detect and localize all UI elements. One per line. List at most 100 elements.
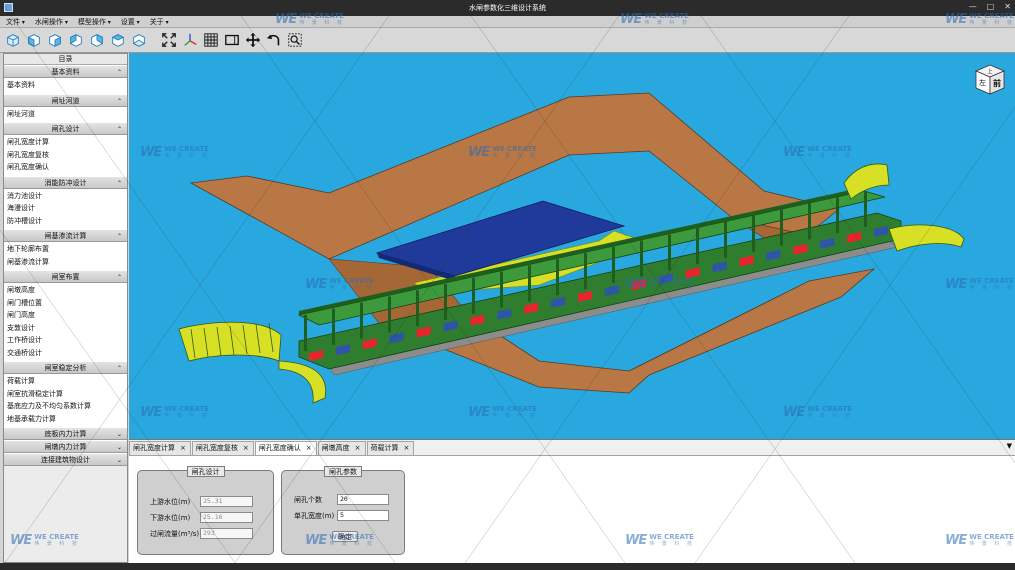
nav-item-pier-height[interactable]: 闸墩高度 [4,284,127,297]
window-frame-icon [225,34,239,46]
nav-item-sliding-stability[interactable]: 闸室抗滑稳定计算 [4,388,127,401]
nav-item-stilling-basin[interactable]: 消力池设计 [4,190,127,203]
axis-icon [184,33,197,46]
nav-item-support-design[interactable]: 支敦设计 [4,322,127,335]
section-chamber-layout[interactable]: 闸室布置 ⌃ [4,270,127,283]
upstream-wing-curve [278,360,327,404]
rotate-icon [266,34,280,46]
nav-item-load-calc[interactable]: 荷载计算 [4,375,127,388]
3d-viewport[interactable]: 上 左 前 [129,53,1015,439]
nav-item-apron[interactable]: 海漫设计 [4,202,127,215]
pier-column [584,253,587,289]
chevron-up-icon: ⌃ [116,69,122,76]
section-floor-force[interactable]: 底板内力计算 ⌄ [4,427,127,440]
tab-opening-width-calc[interactable]: 闸孔宽度计算 × [129,441,191,455]
catalog-title: 目录 [4,54,127,65]
discharge-field[interactable]: 293 [200,528,253,539]
view-iso-button[interactable] [4,31,22,49]
chevron-up-icon: ⌃ [116,365,122,372]
minimize-button[interactable]: — [969,2,977,11]
pier-column [752,215,755,252]
tab-load-calc[interactable]: 荷载计算 × [366,441,415,455]
tab-pier-height[interactable]: 闸墩高度 × [317,441,366,455]
menu-bar: 文件 水闸操作 模型操作 设置 关于 [0,16,1015,28]
menu-about[interactable]: 关于 [150,17,169,27]
nav-item-bearing-capacity[interactable]: 地基承载力计算 [4,413,127,426]
rotate-button[interactable] [265,31,283,49]
pier-column [668,234,671,271]
nav-item-traffic-bridge[interactable]: 交通桥设计 [4,347,127,360]
section-opening-design[interactable]: 闸孔设计 ⌃ [4,122,127,135]
pier-column [836,197,839,234]
tab-opening-width-check[interactable]: 闸孔宽度复核 × [191,441,254,455]
section-site-river[interactable]: 闸址河道 ⌃ [4,93,127,107]
tab-list-dropdown-icon[interactable]: ▼ [1007,442,1012,450]
menu-settings[interactable]: 设置 [121,17,140,27]
pier-column [780,209,783,246]
view-right-button[interactable] [88,31,106,49]
close-tab-icon[interactable]: × [180,444,186,452]
menu-model-ops[interactable]: 模型操作 [78,17,111,27]
downstream-level-field[interactable]: 25.16 [200,512,253,523]
view-back-icon [49,34,61,47]
pier-column [640,240,643,277]
axis-button[interactable] [181,31,199,49]
nav-item-seepage-calc[interactable]: 闸基渗流计算 [4,256,127,269]
upstream-level-label: 上游水位(m) [150,498,191,506]
nav-item-scour-trench[interactable]: 防冲槽设计 [4,215,127,228]
close-tab-icon[interactable]: × [355,444,361,452]
fit-all-button[interactable] [160,31,178,49]
section-stability[interactable]: 闸室稳定分析 ⌃ [4,361,127,374]
view-cube[interactable]: 上 左 前 [973,62,1007,96]
close-tab-icon[interactable]: × [404,444,410,452]
section-label: 底板内力计算 [44,430,87,438]
nav-item-site-river[interactable]: 闸址河道 [4,108,127,121]
maximize-button[interactable]: □ [987,2,995,11]
close-tab-icon[interactable]: × [243,444,249,452]
nav-item-work-bridge[interactable]: 工作桥设计 [4,334,127,347]
fit-all-icon [162,33,176,47]
close-button[interactable]: ✕ [1004,2,1011,11]
application-window: 水闸参数化三维设计系统 — □ ✕ 文件 水闸操作 模型操作 设置 关于 [0,0,1015,570]
catalog-panel: 目录 基本资料 ⌃ 基本资料 闸址河道 ⌃ 闸址河道 闸孔设计 ⌃ 闸孔宽度计算 闸孔… [3,53,128,563]
nav-item-opening-width-calc[interactable]: 闸孔宽度计算 [4,136,127,149]
section-seepage[interactable]: 闸基渗流计算 ⌃ [4,229,127,242]
nav-item-opening-width-check[interactable]: 闸孔宽度复核 [4,149,127,162]
section-label: 消能防冲设计 [44,178,87,187]
section-pier-force[interactable]: 闸墩内力计算 ⌄ [4,440,127,453]
nav-item-underground-contour[interactable]: 地下轮廓布置 [4,243,127,256]
window-frame-button[interactable] [223,31,241,49]
grid-button[interactable] [202,31,220,49]
nav-item-gate-slot[interactable]: 闸门槽位置 [4,297,127,310]
pan-button[interactable] [244,31,262,49]
menu-file[interactable]: 文件 [6,17,25,27]
pier-column [332,308,335,345]
chevron-up-icon: ⌃ [116,126,122,133]
section-items: 基本资料 [4,78,127,94]
confirm-button[interactable]: 确定 [332,531,358,542]
zoom-window-button[interactable] [286,31,304,49]
tab-label: 闸墩高度 [321,444,350,452]
upstream-level-field[interactable]: 25.31 [200,496,253,507]
nav-item-basic-data[interactable]: 基本资料 [4,79,127,92]
nav-item-base-stress[interactable]: 基底应力及不均匀系数计算 [4,400,127,413]
view-front-button[interactable] [25,31,43,49]
view-back-button[interactable] [46,31,64,49]
menu-sluice-ops[interactable]: 水闸操作 [35,17,68,27]
section-items: 消力池设计 海漫设计 防冲槽设计 [4,188,127,229]
tab-opening-width-confirm[interactable]: 闸孔宽度确认 × [254,441,317,455]
single-width-field[interactable]: 5 [337,510,389,521]
close-tab-icon[interactable]: × [306,444,312,452]
view-top-button[interactable] [109,31,127,49]
view-left-button[interactable] [67,31,85,49]
opening-count-field[interactable]: 20 [337,494,389,505]
nav-item-opening-width-confirm[interactable]: 闸孔宽度确认 [4,161,127,174]
view-top-icon [111,34,125,47]
section-basic-data[interactable]: 基本资料 ⌃ [4,65,127,78]
nav-item-gate-height[interactable]: 闸门高度 [4,309,127,322]
section-energy-dissipation[interactable]: 消能防冲设计 ⌃ [4,175,127,189]
pier-column [472,277,475,314]
section-connecting-structures[interactable]: 连接建筑物设计 ⌄ [4,453,127,466]
view-bottom-button[interactable] [130,31,148,49]
sluice-3d-model[interactable] [129,53,1015,439]
